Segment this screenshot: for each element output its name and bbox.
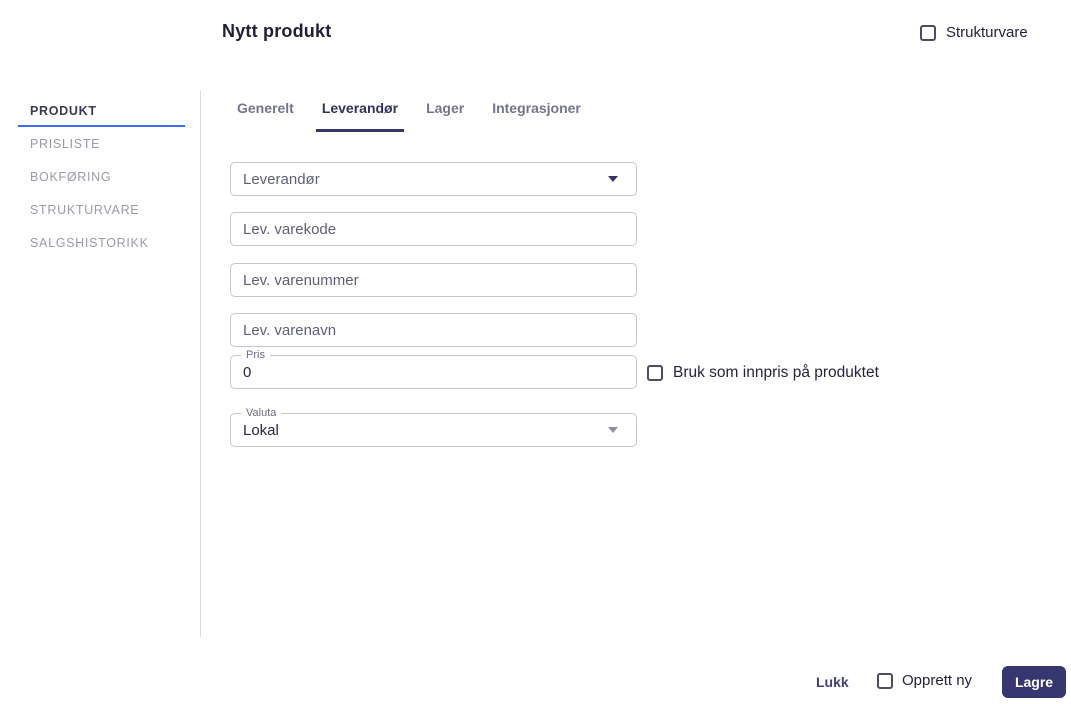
lev-varenummer-field[interactable] [230,263,637,297]
strukturvare-checkbox-label: Strukturvare [946,24,1028,41]
valuta-select[interactable]: Valuta Lokal [230,406,637,447]
chevron-down-icon [608,427,618,433]
sidebar-item-produkt[interactable]: PRODUKT [18,97,185,127]
lagre-button[interactable]: Lagre [1002,666,1066,698]
leverandor-select[interactable]: Leverandør [230,162,637,196]
valuta-select-label: Valuta [241,406,282,420]
new-product-dialog: Nytt produkt Strukturvare PRODUKT PRISLI… [0,0,1071,704]
lev-varenummer-input[interactable] [243,264,624,296]
page-title: Nytt produkt [222,21,332,41]
innpris-checkbox[interactable]: Bruk som innpris på produktet [647,364,879,382]
pris-input[interactable] [243,356,624,388]
tab-leverandor[interactable]: Leverandør [315,100,405,132]
lev-varekode-input[interactable] [243,213,624,245]
innpris-checkbox-box[interactable] [647,365,663,381]
opprett-ny-checkbox[interactable]: Opprett ny [877,672,972,689]
sidebar: PRODUKT PRISLISTE BOKFØRING STRUKTURVARE… [18,97,185,259]
valuta-select-value: Lokal [243,421,279,439]
innpris-checkbox-label: Bruk som innpris på produktet [673,364,879,381]
lukk-button[interactable]: Lukk [816,674,849,690]
chevron-down-icon [608,176,618,182]
pris-field[interactable]: Pris [230,348,637,389]
strukturvare-checkbox[interactable]: Strukturvare [920,24,1028,41]
leverandor-select-value: Leverandør [243,170,320,188]
sidebar-divider [200,90,201,637]
sidebar-item-strukturvare[interactable]: STRUKTURVARE [18,193,185,226]
opprett-ny-checkbox-label: Opprett ny [902,672,973,689]
lev-varenavn-input[interactable] [243,314,624,346]
lev-varenavn-field[interactable] [230,313,637,347]
sidebar-item-bokforing[interactable]: BOKFØRING [18,160,185,193]
pris-field-label: Pris [241,348,270,362]
tab-lager[interactable]: Lager [420,100,470,132]
tab-integrasjoner[interactable]: Integrasjoner [486,100,587,132]
sidebar-item-prisliste[interactable]: PRISLISTE [18,127,185,160]
opprett-ny-checkbox-box[interactable] [877,672,893,689]
tab-bar: Generelt Leverandør Lager Integrasjoner [231,100,587,132]
lev-varekode-field[interactable] [230,212,637,246]
tab-generelt[interactable]: Generelt [231,100,300,132]
strukturvare-checkbox-box[interactable] [920,24,936,41]
sidebar-item-salgshistorikk[interactable]: SALGSHISTORIKK [18,226,185,259]
